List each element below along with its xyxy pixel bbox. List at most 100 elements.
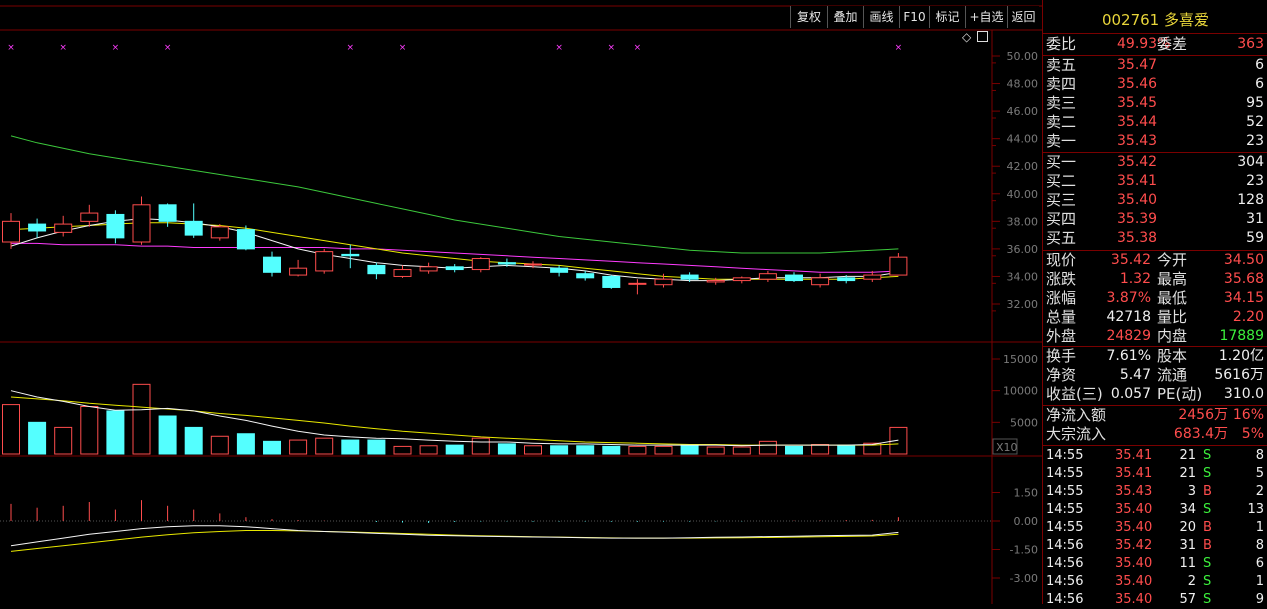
diamond-icon[interactable]: ◇ (962, 30, 971, 44)
candle-up (524, 263, 542, 266)
bid-price: 35.38 (1117, 230, 1158, 246)
quote-row: 总量 42718 量比 2.20 (1043, 308, 1267, 327)
trade-count: 6 (1255, 556, 1264, 571)
trade-volume: 3 (1187, 484, 1196, 499)
trade-price: 35.40 (1115, 502, 1153, 517)
trade-time: 14:56 (1046, 574, 1084, 589)
bid-volume: 23 (1246, 173, 1264, 189)
stats-label: 股本 (1157, 347, 1188, 365)
quote-label: 内盘 (1157, 327, 1188, 345)
candle-down (367, 264, 386, 275)
volume-bar (785, 445, 803, 455)
volume-tick-label: 10000 (1003, 385, 1038, 398)
stats-row: 净资 5.47 流通 5616万 (1043, 366, 1267, 385)
fuquan-button[interactable]: 复权 (790, 6, 827, 28)
trade-volume: 2 (1187, 574, 1196, 589)
candle-up (863, 274, 882, 280)
trade-count: 2 (1255, 484, 1264, 499)
price-tick-label: 36.00 (1007, 243, 1039, 256)
flow-value: 683.4万 (1173, 426, 1228, 442)
ask-row: 卖三 35.45 95 (1043, 94, 1267, 113)
quote-value: 3.87% (1106, 290, 1151, 306)
stats-value: 310.0 (1223, 386, 1264, 402)
volume-bar (393, 445, 412, 455)
quote-label: 最低 (1157, 289, 1188, 307)
candle-down (680, 274, 699, 280)
volume-bar (367, 439, 386, 455)
candle-up (2, 220, 20, 243)
bid-row: 买三 35.40 128 (1043, 191, 1267, 210)
chart-corner-icons[interactable]: ◇ (962, 30, 989, 46)
candle-up (758, 273, 777, 280)
trade-side: B (1203, 484, 1212, 499)
stats-row: 换手 7.61% 股本 1.20亿 (1043, 347, 1267, 366)
flow-label: 净流入额 (1046, 406, 1107, 424)
volume-bar (811, 444, 830, 455)
add-watchlist-button[interactable]: +自选 (965, 6, 1007, 28)
back-button[interactable]: 返回 (1007, 6, 1039, 28)
trade-volume: 20 (1179, 520, 1196, 535)
price-tick-label: 46.00 (1007, 105, 1039, 118)
price-tick-label: 50.00 (1007, 50, 1039, 63)
f10-button[interactable]: F10 (899, 6, 929, 28)
mark-button[interactable]: 标记 (929, 6, 965, 28)
price-tick-label: 44.00 (1007, 133, 1039, 146)
bid-volume: 128 (1237, 192, 1264, 208)
ask-price: 35.45 (1117, 95, 1158, 111)
kline-chart[interactable]: 50.00 48.00 46.00 44.00 42.00 40.00 38.00 36.00… (0, 0, 1042, 604)
macd-tick-label: -3.00 (1010, 572, 1038, 585)
candle-up (654, 278, 673, 286)
ask-row: 卖一 35.43 23 (1043, 132, 1267, 151)
ask-level-label: 卖四 (1046, 75, 1077, 93)
volume-bar (680, 444, 699, 455)
trade-time: 14:56 (1046, 592, 1084, 607)
trade-volume: 34 (1179, 502, 1196, 517)
trade-row: 14:55 35.43 3 B 2 (1043, 483, 1267, 501)
trade-row: 14:55 35.41 21 S 8 (1043, 447, 1267, 465)
bid-price: 35.41 (1117, 173, 1158, 189)
trade-price: 35.41 (1115, 466, 1153, 481)
draw-line-button[interactable]: 画线 (863, 6, 899, 28)
kline-chart-area[interactable]: 50.00 48.00 46.00 44.00 42.00 40.00 38.00 36.00… (0, 0, 1042, 604)
candle-down (550, 267, 569, 273)
trade-volume: 57 (1179, 592, 1196, 607)
trade-count: 1 (1255, 520, 1264, 535)
stats-value: 5616万 (1214, 367, 1264, 383)
candle-down (263, 256, 281, 273)
bid-row: 买二 35.41 23 (1043, 172, 1267, 191)
quote-row: 涨跌 1.32 最高 35.68 (1043, 270, 1267, 289)
volume-bar (419, 445, 438, 455)
bid-price: 35.39 (1117, 211, 1158, 227)
signal-marker: × (112, 43, 120, 53)
stats-value: 5.47 (1119, 367, 1151, 383)
trade-side: S (1203, 556, 1212, 571)
ask-row: 卖二 35.44 52 (1043, 113, 1267, 132)
trade-time: 14:55 (1046, 502, 1084, 517)
volume-bar (54, 426, 73, 455)
candle-up (706, 280, 725, 283)
candle-down (837, 277, 856, 282)
flow-label: 大宗流入 (1046, 425, 1107, 443)
macd-tick-label: -1.50 (1010, 544, 1038, 557)
window-icon[interactable] (977, 31, 989, 42)
quote-value: 34.50 (1223, 252, 1264, 268)
quote-label: 最高 (1157, 270, 1188, 288)
signal-marker: × (347, 43, 355, 53)
stats-value: 0.057 (1110, 386, 1151, 402)
candle-down (158, 204, 177, 222)
overlay-button[interactable]: 叠加 (827, 6, 863, 28)
macd-tick-label: 0.00 (1014, 515, 1039, 528)
trade-side: S (1203, 592, 1212, 607)
price-tick-label: 42.00 (1007, 160, 1039, 173)
ask-price: 35.43 (1117, 133, 1158, 149)
ask-level-label: 卖三 (1046, 94, 1077, 112)
volume-tick-label: 15000 (1003, 353, 1038, 366)
volume-bar (184, 426, 203, 455)
trade-row: 14:55 35.40 34 S 13 (1043, 501, 1267, 519)
trade-price: 35.41 (1115, 448, 1153, 463)
flow-percent: 16% (1232, 407, 1264, 423)
order-diff-label: 委差 (1157, 35, 1188, 53)
volume-bar (628, 445, 647, 455)
volume-bar (2, 404, 20, 455)
ask-level-label: 卖一 (1046, 132, 1077, 150)
